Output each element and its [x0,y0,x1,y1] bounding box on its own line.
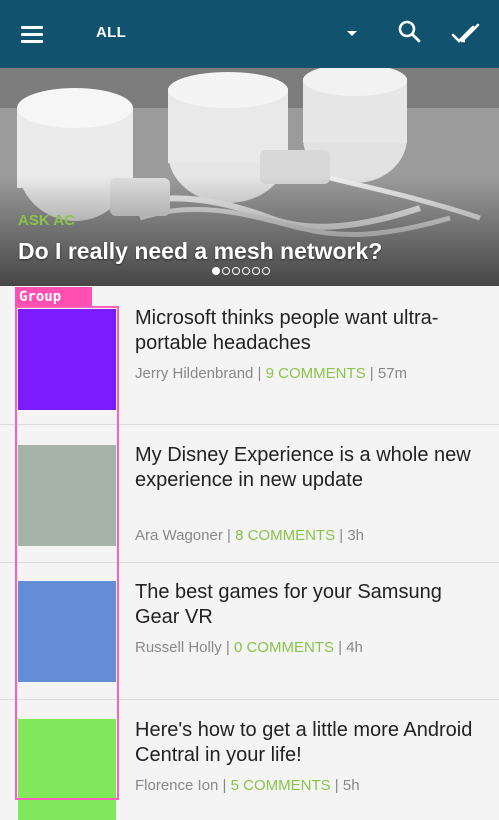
article-title: The best games for your Samsung Gear VR [135,581,442,628]
search-icon[interactable] [396,18,424,46]
article-list-item[interactable]: Here's how to get a little more Android … [0,700,499,820]
page-dot [262,267,270,275]
article-author: Florence Ion [135,777,219,794]
article-meta: Florence Ion | 5 COMMENTS | 5h [135,777,360,794]
article-list-item[interactable]: The best games for your Samsung Gear VR … [0,563,499,700]
group-label: Group [15,287,92,307]
article-title: My Disney Experience is a whole new expe… [135,444,471,491]
page-dot [242,267,250,275]
article-meta: Russell Holly | 0 COMMENTS | 4h [135,639,363,656]
article-author: Ara Wagoner [135,527,223,544]
filter-label[interactable]: ALL [96,24,126,41]
article-thumbnail [18,445,116,546]
article-age: 3h [347,527,364,544]
article-meta: Ara Wagoner | 8 COMMENTS | 3h [135,527,364,544]
article-author: Jerry Hildenbrand [135,365,254,382]
article-title: Here's how to get a little more Android … [135,719,473,766]
article-age: 5h [342,777,360,794]
article-thumbnail [18,309,116,410]
article-age: 4h [346,639,363,656]
menu-icon[interactable] [18,20,48,48]
article-author: Russell Holly [135,639,222,656]
article-thumbnail [18,719,116,820]
page-dot [252,267,260,275]
article-list-item[interactable]: My Disney Experience is a whole new expe… [0,425,499,563]
page-dot [222,267,230,275]
app-bar: ALL [0,0,499,68]
article-category: ASK AC [18,212,75,229]
article-title: Microsoft thinks people want ultra-porta… [135,307,439,354]
comments-link[interactable]: 8 COMMENTS [235,527,335,544]
page-dot [212,267,220,275]
comments-link[interactable]: 5 COMMENTS [231,777,331,794]
article-age: 57m [377,365,408,382]
article-meta: Jerry Hildenbrand | 9 COMMENTS | 57m [135,365,408,382]
page-dot [232,267,240,275]
featured-headline: Do I really need a mesh network? [18,238,383,264]
featured-article-carousel[interactable]: ASK AC Do I really need a mesh network? [0,68,499,286]
chevron-down-icon[interactable] [339,24,367,44]
mark-all-read-icon[interactable] [451,20,487,48]
carousel-indicator [212,267,270,279]
comments-link[interactable]: 0 COMMENTS [234,639,334,656]
comments-link[interactable]: 9 COMMENTS [266,365,366,382]
article-thumbnail [18,581,116,682]
